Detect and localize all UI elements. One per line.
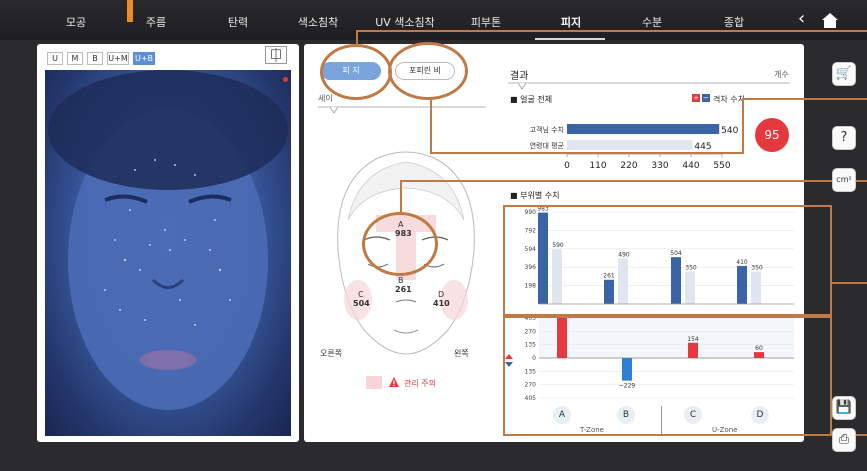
annotation-line-2 (430, 100, 432, 154)
zone-d-letter: D (438, 290, 445, 299)
region-section-title: ■ 부위별 수치 (510, 191, 560, 200)
zone-d-value: 410 (433, 299, 450, 308)
app-root: 모공 주름 탄력 색소침착 UV 색소침착 피부톤 피지 수분 종합 ‹ U M… (0, 0, 867, 471)
active-tab-underline (535, 38, 605, 40)
result-divider (508, 82, 790, 90)
hbar-category-label: 연령대 평균 (530, 141, 565, 150)
annotation-line-1b (356, 30, 358, 46)
annotation-line-2d (742, 98, 867, 100)
hbar-tick-label: 110 (589, 161, 606, 171)
annotation-line-2c (742, 98, 744, 154)
annotation-line-1 (356, 30, 867, 32)
help-button[interactable]: ? (832, 126, 856, 150)
annotation-line-3b (400, 180, 867, 182)
caution-swatch (366, 376, 382, 389)
back-icon[interactable]: ‹ (798, 10, 814, 28)
tab-moisture[interactable]: 수분 (622, 14, 682, 30)
mode-m-button[interactable]: M (67, 52, 83, 65)
photo-panel: U M B U+M U+B (37, 44, 299, 442)
save-button[interactable]: 💾 (832, 396, 856, 420)
home-icon[interactable] (820, 10, 840, 30)
annotation-circle-sebum (320, 44, 392, 100)
whole-face-bar-chart: 고객님 수치 540 연령대 평균 445 0 110 220 330 440 550 (530, 124, 739, 171)
orange-marker (127, 0, 133, 22)
print-button[interactable]: ⎙ (832, 428, 856, 452)
crop-icon[interactable] (265, 46, 287, 64)
face-right-side-label: 오른쪽 (320, 349, 343, 358)
score-badge: 95 (755, 118, 789, 152)
tab-wrinkle[interactable]: 주름 (126, 14, 186, 30)
mode-u-button[interactable]: U (47, 52, 63, 65)
tab-skin-tone[interactable]: 피부톤 (456, 14, 516, 30)
area-divider (318, 106, 486, 114)
zone-b-value: 261 (395, 285, 412, 294)
hbar-value-label: 445 (694, 142, 711, 152)
mode-ub-button[interactable]: U+B (133, 52, 155, 65)
tab-pore[interactable]: 모공 (46, 14, 106, 30)
tab-uv-pigmentation[interactable]: UV 색소침착 (370, 14, 440, 30)
zone-b-letter: B (398, 276, 404, 285)
zone-c-value: 504 (353, 299, 370, 308)
minus-legend-icon: − (702, 94, 710, 102)
record-indicator (283, 77, 288, 82)
hbar-bar (567, 124, 720, 134)
face-photo (45, 70, 291, 436)
top-nav: 모공 주름 탄력 색소침착 UV 색소침착 피부톤 피지 수분 종합 ‹ (0, 0, 867, 40)
tab-sebum[interactable]: 피지 (541, 14, 601, 30)
tab-elasticity[interactable]: 탄력 (208, 14, 268, 30)
annotation-line-2b (430, 152, 742, 154)
face-left-side-label: 왼쪽 (454, 349, 469, 358)
hbar-value-label: 540 (721, 126, 738, 136)
mode-um-button[interactable]: U+M (107, 52, 129, 65)
mode-b-button[interactable]: B (87, 52, 103, 65)
hbar-tick-label: 550 (713, 161, 730, 171)
gap-legend-label: 격차 수치 (713, 95, 745, 104)
cart-button[interactable]: 🛒 (832, 62, 856, 86)
annotation-circle-porphyrin (388, 42, 468, 100)
hbar-tick-label: 440 (682, 161, 699, 171)
annotation-box-region (503, 205, 832, 316)
caution-label: 관리 주의 (404, 379, 436, 388)
tab-overall[interactable]: 종합 (704, 14, 764, 30)
annotation-circle-zone-a (362, 212, 438, 276)
annotation-box-diff (503, 316, 832, 436)
tab-pigmentation[interactable]: 색소침착 (288, 14, 348, 30)
annotation-line-4 (832, 282, 867, 284)
zone-c-letter: C (358, 290, 364, 299)
whole-face-label: ■ 얼굴 전체 (510, 95, 553, 104)
hbar-tick-label: 220 (620, 161, 637, 171)
annotation-line-3 (400, 180, 402, 214)
unit-button[interactable]: cm² (832, 168, 856, 192)
warning-icon (389, 377, 399, 387)
hbar-category-label: 고객님 수치 (530, 125, 564, 134)
hbar-tick-label: 0 (564, 161, 570, 171)
plus-legend-icon: + (692, 94, 700, 102)
hbar-tick-label: 330 (651, 161, 668, 171)
hbar-bar (567, 140, 693, 150)
